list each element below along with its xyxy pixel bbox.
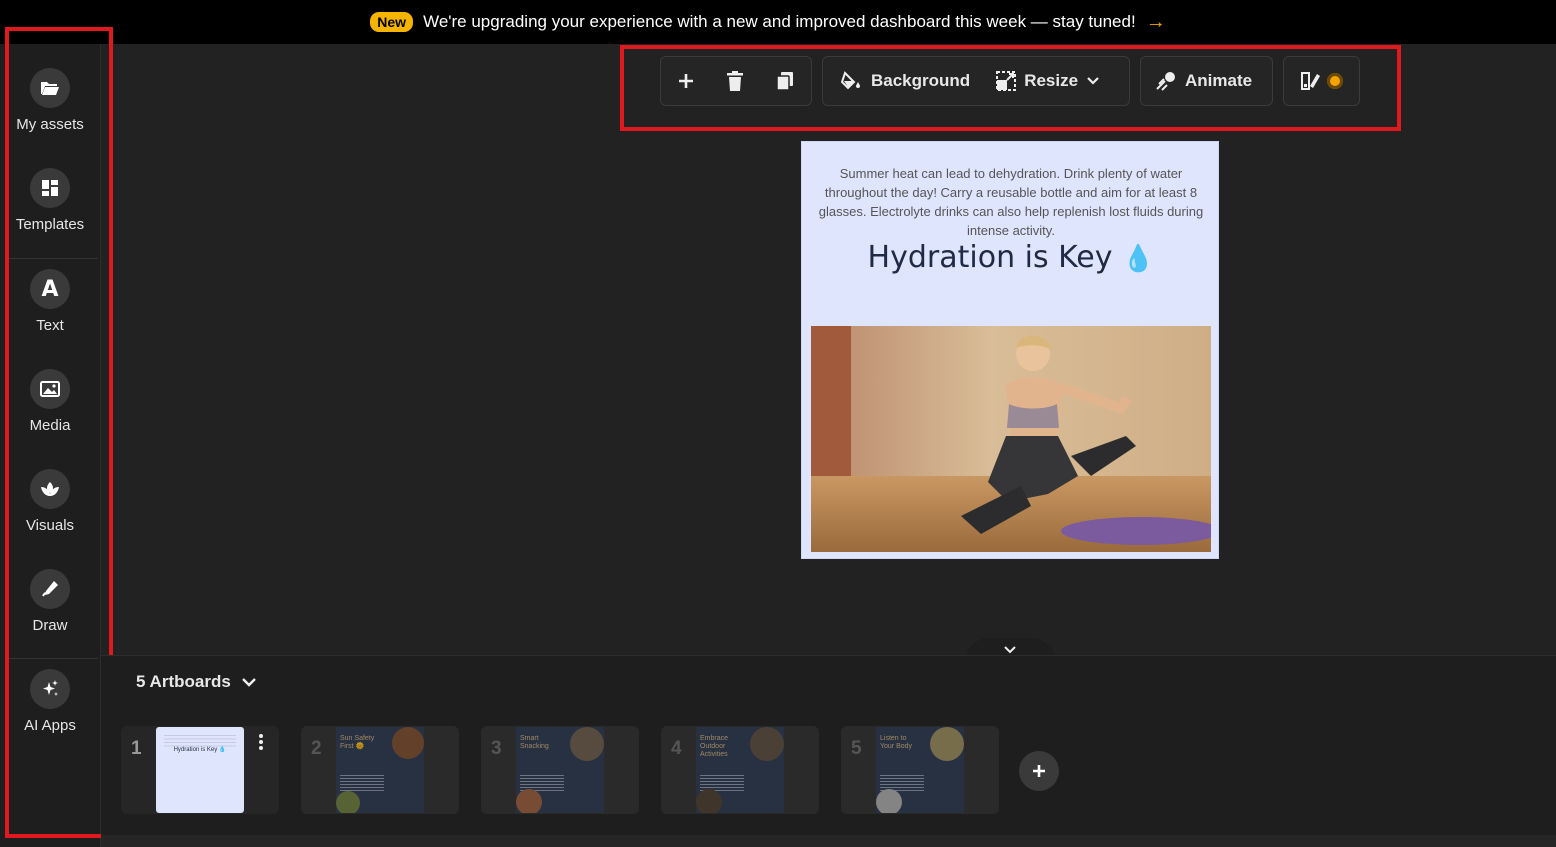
sidebar-item-draw[interactable]: Draw (0, 569, 100, 634)
brand-kit-group (1283, 56, 1360, 106)
pen-icon (30, 569, 70, 609)
duplicate-button[interactable] (775, 71, 795, 91)
artboard-title-text: Hydration is Key (867, 240, 1113, 275)
delete-button[interactable] (726, 71, 744, 91)
sidebar-item-text[interactable]: A Text (0, 269, 100, 334)
artboards-count-label: 5 Artboards (136, 672, 231, 691)
banner-text[interactable]: We're upgrading your experience with a n… (423, 12, 1136, 32)
status-dot-icon (1326, 73, 1343, 89)
chevron-down-icon (241, 677, 256, 687)
thumbnail-preview: Listen to Your Body (876, 727, 964, 813)
sidebar-divider (8, 658, 98, 659)
add-button[interactable] (677, 72, 695, 90)
sidebar-item-label: Templates (15, 216, 85, 233)
resize-button[interactable]: Resize (984, 71, 1112, 91)
artboard-number: 3 (491, 738, 502, 759)
folder-open-icon (30, 68, 70, 108)
image-icon (30, 369, 70, 409)
artboard-thumbnail-4[interactable]: 4 Embrace Outdoor Activities (661, 726, 819, 814)
plus-icon (678, 74, 693, 88)
announcement-banner: New We're upgrading your experience with… (0, 0, 1556, 44)
animate-icon (1156, 72, 1175, 91)
sidebar-item-label: AI Apps (24, 717, 76, 734)
thumbnail-preview: Embrace Outdoor Activities (696, 727, 784, 813)
text-a-icon: A (30, 269, 70, 309)
artboards-panel: 5 Artboards 1 Hydration is Key 💧 2 Sun S… (101, 655, 1556, 836)
animate-group: Animate (1140, 56, 1273, 106)
add-artboard-button[interactable] (1019, 751, 1059, 791)
thumbnail-preview: Hydration is Key 💧 (156, 727, 244, 813)
artboard-thumbnail-3[interactable]: 3 Smart Snacking (481, 726, 639, 814)
background-label: Background (871, 71, 971, 90)
thumbnail-caption: Sun Safety First 🌞 (340, 735, 375, 750)
sidebar-item-label: Draw (32, 617, 68, 634)
sidebar-item-ai-apps[interactable]: AI Apps (0, 669, 100, 734)
artboard-thumbnail-1[interactable]: 1 Hydration is Key 💧 (121, 726, 279, 814)
artboard-number: 2 (311, 738, 322, 759)
artboard-number: 5 (851, 738, 862, 759)
artboard-title[interactable]: Hydration is Key 💧 (802, 240, 1220, 275)
animate-label: Animate (1185, 71, 1253, 90)
left-sidebar: My assets Templates A Text Media Visuals… (0, 44, 101, 847)
sidebar-divider (8, 258, 98, 259)
yoga-photo[interactable] (811, 326, 1211, 552)
thumbnail-caption: Listen to Your Body (880, 735, 913, 750)
sidebar-item-media[interactable]: Media (0, 369, 100, 434)
brand-kit-icon (1300, 72, 1320, 90)
water-drop-icon: 💧 (1122, 244, 1155, 274)
artboard-thumbnail-5[interactable]: 5 Listen to Your Body (841, 726, 999, 814)
bottom-scroll-strip (101, 835, 1556, 847)
chevron-down-icon (1004, 646, 1016, 654)
artboard-number: 1 (131, 738, 142, 759)
thumbnail-caption: Hydration is Key 💧 (173, 747, 227, 753)
edit-actions-group (660, 56, 812, 106)
copy-icon (776, 72, 794, 91)
thumbnail-caption: Smart Snacking (520, 735, 549, 750)
animate-button[interactable]: Animate (1143, 71, 1264, 91)
thumbnail-preview: Smart Snacking (516, 727, 604, 813)
brand-kit-button[interactable] (1300, 71, 1343, 91)
artboard-thumbnail-2[interactable]: 2 Sun Safety First 🌞 (301, 726, 459, 814)
sidebar-item-label: Text (36, 317, 64, 334)
thumbnail-preview: Sun Safety First 🌞 (336, 727, 424, 813)
artboard-settings-group: Background Resize (822, 56, 1130, 106)
thumbnail-caption: Embrace Outdoor Activities (700, 735, 729, 758)
arrow-right-icon[interactable]: → (1146, 11, 1166, 34)
artboard-body-text[interactable]: Summer heat can lead to dehydration. Dri… (816, 164, 1206, 240)
paint-bucket-icon (841, 71, 860, 90)
more-options-icon[interactable] (259, 734, 263, 750)
plus-icon (1033, 765, 1045, 777)
resize-label: Resize (1024, 71, 1079, 90)
chevron-down-icon (1087, 77, 1099, 85)
trash-icon (726, 71, 743, 91)
artboard-number: 4 (671, 738, 682, 759)
sidebar-item-label: Visuals (25, 517, 75, 534)
sidebar-item-label: My assets (16, 116, 84, 133)
artboards-dropdown[interactable]: 5 Artboards (136, 672, 257, 692)
resize-icon (996, 71, 1017, 91)
background-button[interactable]: Background (829, 71, 982, 91)
sidebar-item-visuals[interactable]: Visuals (0, 469, 100, 534)
templates-grid-icon (30, 168, 70, 208)
sidebar-item-templates[interactable]: Templates (0, 168, 100, 233)
sparkles-icon (30, 669, 70, 709)
sidebar-item-label: Media (29, 417, 71, 434)
sidebar-item-my-assets[interactable]: My assets (0, 68, 100, 133)
visuals-icon (30, 469, 70, 509)
artboard-canvas[interactable]: Summer heat can lead to dehydration. Dri… (801, 141, 1219, 559)
new-badge: New (370, 12, 414, 32)
